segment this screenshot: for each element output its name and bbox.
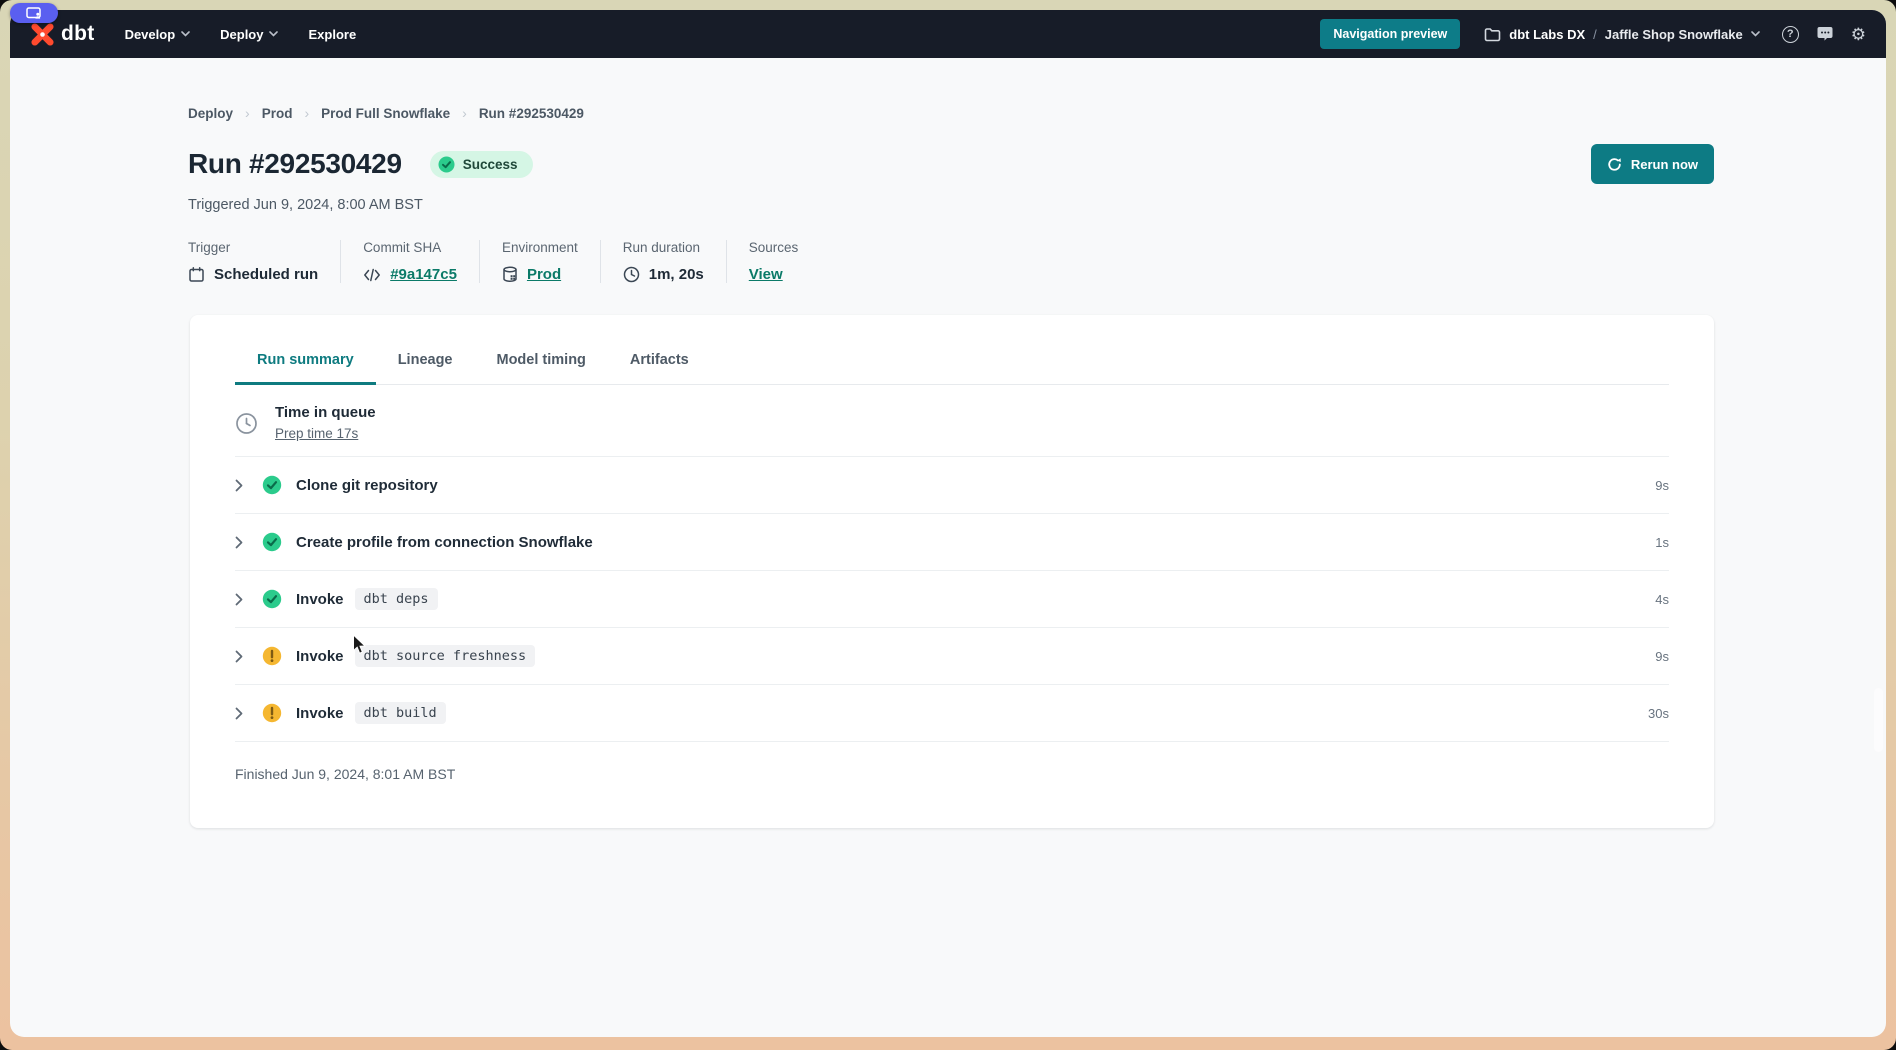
warning-icon	[262, 703, 282, 723]
time-in-queue-row: Time in queue Prep time 17s	[235, 385, 1669, 456]
expand-chevron-icon[interactable]	[235, 479, 247, 492]
clock-icon	[623, 266, 640, 283]
breadcrumb-separator-icon: ›	[304, 105, 309, 121]
meta-environment: Environment Prod	[479, 240, 600, 283]
account-switcher[interactable]: dbt Labs DX / Jaffle Shop Snowflake	[1484, 27, 1759, 42]
meta-trigger: Trigger Scheduled run	[188, 240, 340, 283]
settings-icon[interactable]: ⚙	[1851, 26, 1866, 43]
meta-run-duration: Run duration 1m, 20s	[600, 240, 726, 283]
run-detail-page: Deploy › Prod › Prod Full Snowflake › Ru…	[10, 58, 1886, 1037]
step-row-clone-git[interactable]: Clone git repository 9s	[235, 456, 1669, 513]
navigation-preview-button[interactable]: Navigation preview	[1320, 19, 1460, 49]
dbt-logo[interactable]: dbt	[30, 22, 95, 47]
page-title: Run #292530429	[188, 148, 402, 180]
database-icon	[502, 266, 518, 283]
chevron-down-icon	[181, 31, 190, 37]
step-duration: 9s	[1655, 478, 1669, 493]
calendar-icon	[188, 266, 205, 283]
step-duration: 1s	[1655, 535, 1669, 550]
code-chip: dbt deps	[355, 588, 438, 610]
expand-chevron-icon[interactable]	[235, 650, 247, 663]
feedback-icon[interactable]	[1816, 26, 1834, 42]
step-duration: 4s	[1655, 592, 1669, 607]
folder-icon	[1484, 27, 1501, 42]
nav-menu-develop[interactable]: Develop	[125, 27, 191, 42]
breadcrumb-run[interactable]: Run #292530429	[479, 106, 584, 121]
account-separator: /	[1593, 27, 1597, 42]
chevron-down-icon	[1751, 31, 1760, 37]
rerun-now-button[interactable]: Rerun now	[1591, 144, 1714, 184]
code-chip: dbt build	[355, 702, 446, 724]
triggered-timestamp: Triggered Jun 9, 2024, 8:00 AM BST	[188, 197, 423, 213]
chevron-down-icon	[269, 31, 278, 37]
code-chip: dbt source freshness	[355, 645, 536, 667]
status-badge: Success	[430, 151, 533, 178]
environment-link[interactable]: Prod	[527, 266, 561, 283]
commit-sha-link[interactable]: #9a147c5	[390, 266, 457, 283]
expand-chevron-icon[interactable]	[235, 593, 247, 606]
tab-model-timing[interactable]: Model timing	[475, 341, 608, 385]
scrollbar-thumb[interactable]	[1874, 688, 1883, 752]
success-icon	[262, 589, 282, 609]
breadcrumb-separator-icon: ›	[462, 105, 467, 121]
dbt-logo-icon	[30, 22, 55, 47]
screen-share-icon	[26, 7, 43, 20]
code-icon	[363, 268, 381, 282]
top-navbar: dbt Develop Deploy Explore Navigation pr…	[10, 10, 1886, 58]
step-row-create-profile[interactable]: Create profile from connection Snowflake…	[235, 513, 1669, 570]
screen-frame: dbt Develop Deploy Explore Navigation pr…	[0, 0, 1896, 1050]
run-summary-card: Run summary Lineage Model timing Artifac…	[190, 315, 1714, 828]
queue-title: Time in queue	[275, 404, 376, 421]
run-meta-row: Trigger Scheduled run Commit SHA	[188, 240, 820, 283]
app-window: dbt Develop Deploy Explore Navigation pr…	[10, 10, 1886, 1037]
tab-run-summary[interactable]: Run summary	[235, 341, 376, 385]
success-icon	[262, 532, 282, 552]
browser-profile-pill[interactable]	[10, 3, 58, 23]
expand-chevron-icon[interactable]	[235, 707, 247, 720]
timer-icon	[235, 412, 258, 435]
project-name: Jaffle Shop Snowflake	[1605, 27, 1743, 42]
breadcrumb-deploy[interactable]: Deploy	[188, 106, 233, 121]
account-name: dbt Labs DX	[1509, 27, 1585, 42]
mouse-cursor	[352, 634, 369, 656]
step-row-dbt-build[interactable]: Invoke dbt build 30s	[235, 684, 1669, 741]
meta-commit-sha: Commit SHA #9a147c5	[340, 240, 479, 283]
tab-bar: Run summary Lineage Model timing Artifac…	[235, 315, 1669, 385]
warning-icon	[262, 646, 282, 666]
step-row-dbt-deps[interactable]: Invoke dbt deps 4s	[235, 570, 1669, 627]
breadcrumb-job[interactable]: Prod Full Snowflake	[321, 106, 450, 121]
finished-timestamp: Finished Jun 9, 2024, 8:01 AM BST	[235, 741, 1669, 782]
breadcrumb: Deploy › Prod › Prod Full Snowflake › Ru…	[188, 105, 584, 121]
step-duration: 30s	[1648, 706, 1669, 721]
expand-chevron-icon[interactable]	[235, 536, 247, 549]
tab-artifacts[interactable]: Artifacts	[608, 341, 711, 385]
navbar-icon-group: ? ⚙	[1782, 26, 1866, 43]
success-icon	[262, 475, 282, 495]
dbt-logo-text: dbt	[61, 22, 95, 46]
nav-menu-explore[interactable]: Explore	[308, 27, 356, 42]
run-title-row: Run #292530429 Success Rerun now	[188, 144, 1714, 184]
breadcrumb-separator-icon: ›	[245, 105, 250, 121]
success-check-icon	[438, 156, 455, 173]
tab-lineage[interactable]: Lineage	[376, 341, 475, 385]
breadcrumb-prod[interactable]: Prod	[262, 106, 293, 121]
step-duration: 9s	[1655, 649, 1669, 664]
step-row-dbt-source-freshness[interactable]: Invoke dbt source freshness 9s	[235, 627, 1669, 684]
nav-menu-deploy[interactable]: Deploy	[220, 27, 278, 42]
trigger-value: Scheduled run	[214, 266, 318, 283]
run-duration-value: 1m, 20s	[649, 266, 704, 283]
meta-sources: Sources View	[726, 240, 821, 283]
sources-view-link[interactable]: View	[749, 266, 783, 283]
help-icon[interactable]: ?	[1782, 26, 1799, 43]
status-badge-label: Success	[463, 157, 518, 172]
prep-time-link[interactable]: Prep time 17s	[275, 426, 358, 441]
refresh-icon	[1607, 157, 1622, 172]
